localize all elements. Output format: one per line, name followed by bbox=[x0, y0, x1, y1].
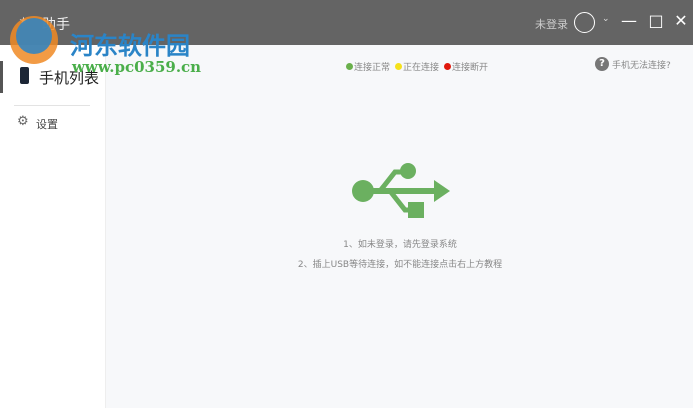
yellow-dot-icon bbox=[395, 63, 403, 70]
login-status[interactable]: 未登录 bbox=[535, 16, 568, 32]
status-legend: 连接正常 正在连接 连接断开 bbox=[346, 60, 488, 73]
minimize-button[interactable]: — bbox=[620, 11, 638, 30]
usb-icon bbox=[352, 163, 450, 218]
hint-usb: 2、插上USB等待连接，如不能连接点击右上方教程 bbox=[297, 260, 503, 270]
hint-login: 1、如未登录，请先登录系统 bbox=[343, 240, 457, 250]
chevron-down-icon[interactable]: ⌄ bbox=[602, 14, 610, 24]
sidebar: 手机列表 ⚙ 设置 bbox=[0, 45, 105, 408]
legend-disconnected: 连接断开 bbox=[444, 60, 488, 73]
gear-icon: ⚙ bbox=[17, 114, 29, 129]
sidebar-item-settings[interactable]: ⚙ 设置 bbox=[0, 113, 105, 135]
phone-icon bbox=[20, 67, 29, 84]
question-icon: ? bbox=[595, 57, 609, 71]
user-avatar-icon[interactable] bbox=[574, 12, 595, 33]
sidebar-item-phone-list[interactable]: 手机列表 bbox=[0, 61, 105, 93]
divider bbox=[14, 105, 90, 106]
app-logo-icon: ★ bbox=[19, 16, 28, 27]
maximize-button[interactable]: □ bbox=[647, 11, 665, 30]
sidebar-item-label: 手机列表 bbox=[39, 69, 100, 87]
green-dot-icon bbox=[346, 63, 353, 70]
app-title: 助手 bbox=[42, 17, 70, 33]
main-panel: 连接正常 正在连接 连接断开 ? 手机无法连接? 1、如未登录，请先登录系统 2… bbox=[105, 45, 693, 408]
close-button[interactable]: ✕ bbox=[672, 11, 690, 30]
help-link-label: 手机无法连接? bbox=[612, 60, 671, 71]
title-bar: ★ 助手 未登录 ⌄ — □ ✕ bbox=[0, 0, 693, 45]
help-link[interactable]: ? 手机无法连接? bbox=[595, 57, 671, 71]
sidebar-item-label: 设置 bbox=[36, 118, 58, 131]
legend-connected: 连接正常 bbox=[346, 60, 390, 73]
red-dot-icon bbox=[444, 63, 452, 70]
legend-connecting: 正在连接 bbox=[395, 60, 439, 73]
